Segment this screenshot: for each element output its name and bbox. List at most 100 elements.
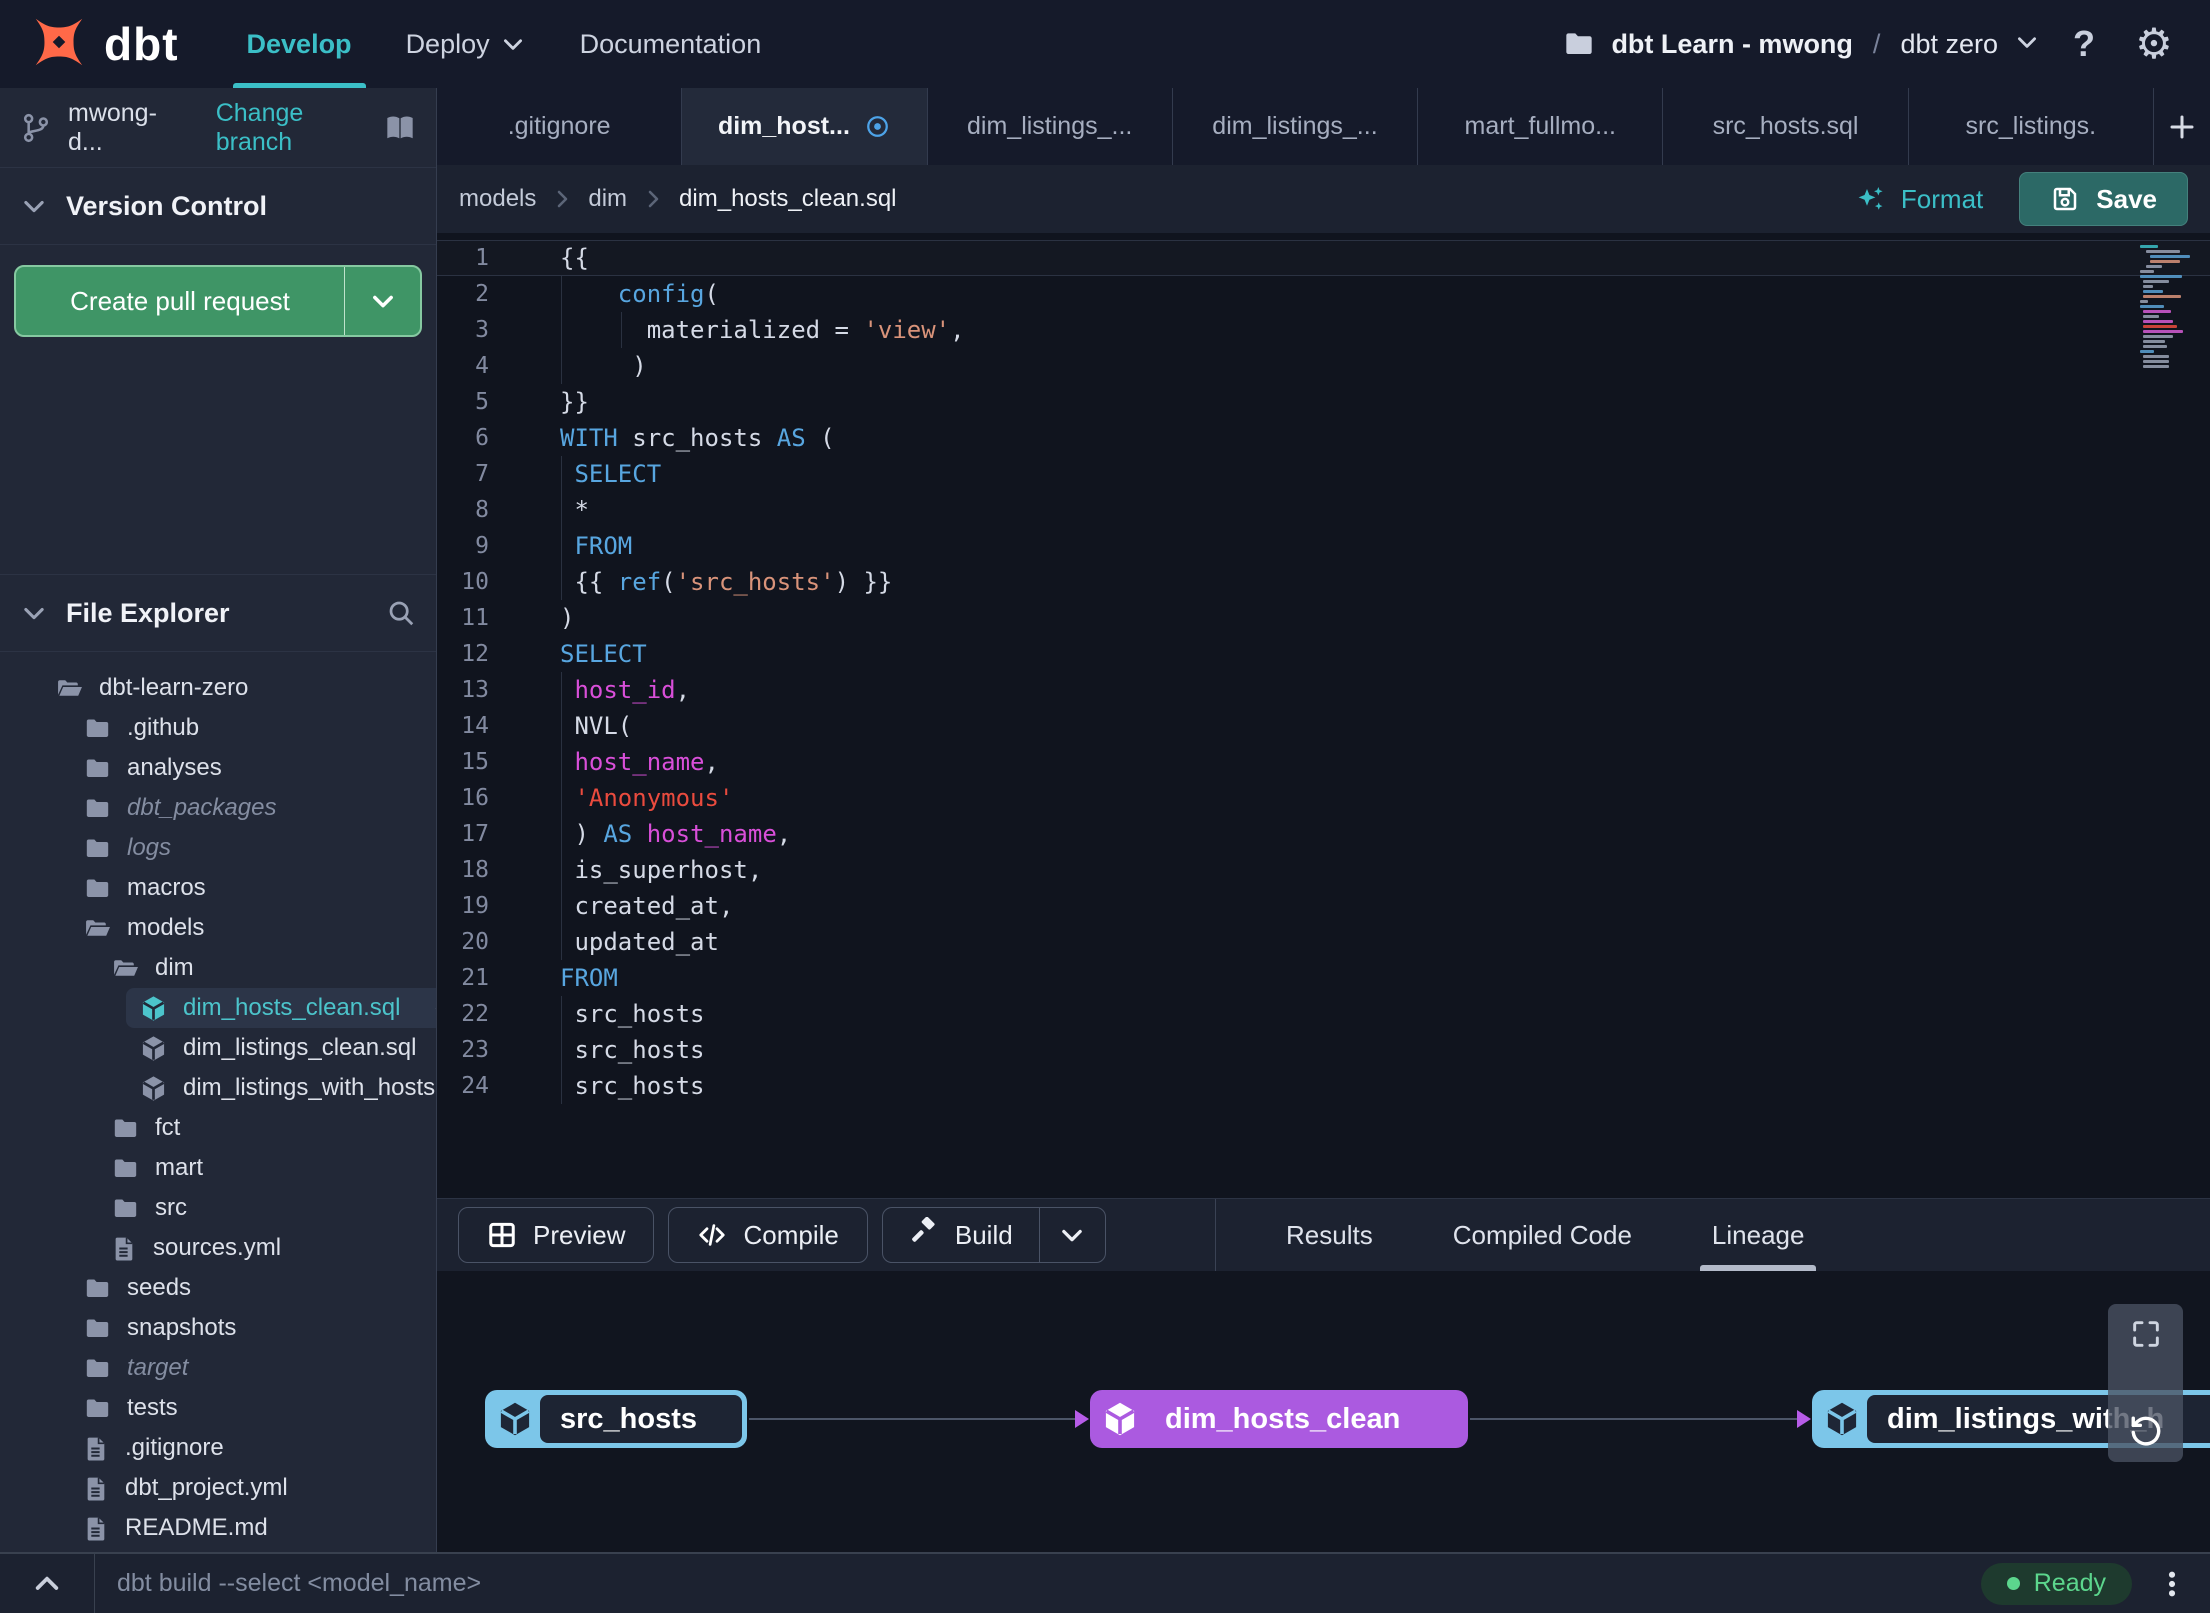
- editor-tab-dim-listings-[interactable]: dim_listings_...: [1173, 88, 1419, 165]
- lineage-node-dim-hosts-clean[interactable]: dim_hosts_clean: [1090, 1390, 1468, 1448]
- version-control-header[interactable]: Version Control: [0, 168, 436, 245]
- code-line-23[interactable]: 23 src_hosts: [437, 1032, 2210, 1068]
- tree-item-logs[interactable]: logs: [0, 828, 436, 868]
- tree-item-macros[interactable]: macros: [0, 868, 436, 908]
- code-line-15[interactable]: 15 host_name,: [437, 744, 2210, 780]
- minimap[interactable]: [2140, 245, 2190, 370]
- command-bar-toggle[interactable]: [0, 1554, 95, 1613]
- folder-open-icon: [56, 675, 83, 702]
- code-line-6[interactable]: 6 WITH src_hosts AS (: [437, 420, 2210, 456]
- code-line-1[interactable]: 1 {{: [437, 240, 2210, 276]
- lineage-node-src-hosts[interactable]: src_hosts: [485, 1390, 747, 1448]
- compile-button[interactable]: Compile: [668, 1207, 868, 1263]
- code-line-8[interactable]: 8 *: [437, 492, 2210, 528]
- code-line-13[interactable]: 13 host_id,: [437, 672, 2210, 708]
- code-line-24[interactable]: 24 src_hosts: [437, 1068, 2210, 1104]
- format-button[interactable]: Format: [1855, 183, 1983, 215]
- tree-item-dbt-packages[interactable]: dbt_packages: [0, 788, 436, 828]
- tree-item-label: dim_listings_with_hosts...: [183, 1074, 437, 1101]
- command-input[interactable]: dbt build --select <model_name>: [117, 1569, 481, 1598]
- tree-item-seeds[interactable]: seeds: [0, 1268, 436, 1308]
- code-line-5[interactable]: 5}}: [437, 384, 2210, 420]
- editor-tab-src-listings-[interactable]: src_listings.: [1909, 88, 2154, 165]
- preview-button[interactable]: Preview: [458, 1207, 655, 1263]
- create-pull-request-button[interactable]: Create pull request: [14, 265, 422, 337]
- code-line-22[interactable]: 22 src_hosts: [437, 996, 2210, 1032]
- fullscreen-button[interactable]: [2130, 1318, 2162, 1350]
- code-line-2[interactable]: 2 config(: [437, 276, 2210, 312]
- panel-tab-results[interactable]: Results: [1246, 1199, 1413, 1271]
- code-line-7[interactable]: 7 SELECT: [437, 456, 2210, 492]
- code-line-21[interactable]: 21 FROM: [437, 960, 2210, 996]
- panel-tab-compiled-code[interactable]: Compiled Code: [1413, 1199, 1672, 1271]
- code-line-11[interactable]: 11): [437, 600, 2210, 636]
- code-line-19[interactable]: 19 created_at,: [437, 888, 2210, 924]
- tree-item-sources-yml[interactable]: sources.yml: [0, 1228, 436, 1268]
- tree-item-readme-md[interactable]: README.md: [0, 1508, 436, 1548]
- settings-button[interactable]: ⚙: [2128, 18, 2180, 70]
- code-token: ref: [617, 568, 662, 596]
- panel-tab-label: Lineage: [1711, 1219, 1805, 1250]
- tree-item--github[interactable]: .github: [0, 708, 436, 748]
- docs-book-icon[interactable]: [384, 112, 416, 144]
- tree-item-tests[interactable]: tests: [0, 1388, 436, 1428]
- code-line-20[interactable]: 20 updated_at: [437, 924, 2210, 960]
- tree-item-dim[interactable]: dim: [0, 948, 436, 988]
- editor-tab-mart-fullmo-[interactable]: mart_fullmo...: [1418, 88, 1664, 165]
- tree-item-models[interactable]: models: [0, 908, 436, 948]
- build-dropdown[interactable]: [1038, 1208, 1105, 1262]
- nav-item-develop[interactable]: Develop: [225, 0, 374, 88]
- editor-actions: Format Save: [1855, 172, 2188, 226]
- code-line-18[interactable]: 18 is_superhost,: [437, 852, 2210, 888]
- tree-item-dim-listings-clean-sql[interactable]: dim_listings_clean.sql: [0, 1028, 436, 1068]
- tree-item-src[interactable]: src: [0, 1188, 436, 1228]
- folder-icon: [112, 1155, 139, 1182]
- save-button[interactable]: Save: [2019, 172, 2188, 226]
- nav-item-deploy[interactable]: Deploy: [384, 0, 548, 88]
- code-line-4[interactable]: 4 ): [437, 348, 2210, 384]
- reset-view-button[interactable]: [2129, 1414, 2163, 1448]
- tree-item-dbt-project-yml[interactable]: dbt_project.yml: [0, 1468, 436, 1508]
- editor-tab-src-hosts-sql[interactable]: src_hosts.sql: [1663, 88, 1909, 165]
- code-token: FROM: [574, 532, 633, 560]
- code-line-17[interactable]: 17 ) AS host_name,: [437, 816, 2210, 852]
- code-editor[interactable]: 1{{2 config(3 materialized = 'view', 4 ) 5…: [437, 233, 2210, 1198]
- search-icon[interactable]: [386, 598, 416, 628]
- code-line-9[interactable]: 9 FROM: [437, 528, 2210, 564]
- project-selector[interactable]: dbt Learn - mwong / dbt zero: [1563, 18, 2040, 70]
- code-token: materialized =: [560, 316, 864, 344]
- nav-item-documentation[interactable]: Documentation: [558, 0, 784, 88]
- editor-tab-dim-host-[interactable]: dim_host...: [682, 88, 928, 165]
- tree-item-dim-hosts-clean-sql[interactable]: dim_hosts_clean.sql ●: [0, 988, 436, 1028]
- code-line-12[interactable]: 12 SELECT: [437, 636, 2210, 672]
- code-line-3[interactable]: 3 materialized = 'view',: [437, 312, 2210, 348]
- code-line-10[interactable]: 10 {{ ref('src_hosts') }}: [437, 564, 2210, 600]
- create-pull-request-label[interactable]: Create pull request: [16, 267, 344, 335]
- tree-item-target[interactable]: target: [0, 1348, 436, 1388]
- code-line-16[interactable]: 16 'Anonymous': [437, 780, 2210, 816]
- editor-tab-dim-listings-[interactable]: dim_listings_...: [928, 88, 1173, 165]
- kebab-menu-button[interactable]: [2156, 1568, 2188, 1600]
- new-tab-button[interactable]: [2154, 88, 2210, 165]
- tree-item-dbt-learn-zero[interactable]: dbt-learn-zero: [0, 668, 436, 708]
- dbt-logo[interactable]: dbt: [28, 11, 179, 78]
- pull-request-dropdown[interactable]: [344, 267, 420, 335]
- chevron-up-icon: [31, 1568, 63, 1600]
- lineage-canvas[interactable]: src_hosts dim_hosts_clean dim_listings_wit…: [437, 1271, 2210, 1552]
- panel-tab-lineage[interactable]: Lineage: [1672, 1199, 1845, 1271]
- code-line-14[interactable]: 14 NVL(: [437, 708, 2210, 744]
- tree-item-mart[interactable]: mart: [0, 1148, 436, 1188]
- tree-item-analyses[interactable]: analyses: [0, 748, 436, 788]
- help-button[interactable]: ?: [2058, 18, 2110, 70]
- editor-tab--gitignore[interactable]: .gitignore: [437, 88, 683, 165]
- build-button[interactable]: Build: [883, 1208, 1039, 1262]
- file-explorer-header[interactable]: File Explorer: [0, 575, 436, 652]
- folder-icon: [1563, 18, 1595, 70]
- change-branch-link[interactable]: Change branch: [216, 99, 384, 157]
- code-token: is_superhost,: [560, 856, 763, 884]
- tree-item-dim-listings-with-hosts-[interactable]: dim_listings_with_hosts...: [0, 1068, 436, 1108]
- tree-item--gitignore[interactable]: .gitignore: [0, 1428, 436, 1468]
- tree-item-fct[interactable]: fct: [0, 1108, 436, 1148]
- tree-item-snapshots[interactable]: snapshots: [0, 1308, 436, 1348]
